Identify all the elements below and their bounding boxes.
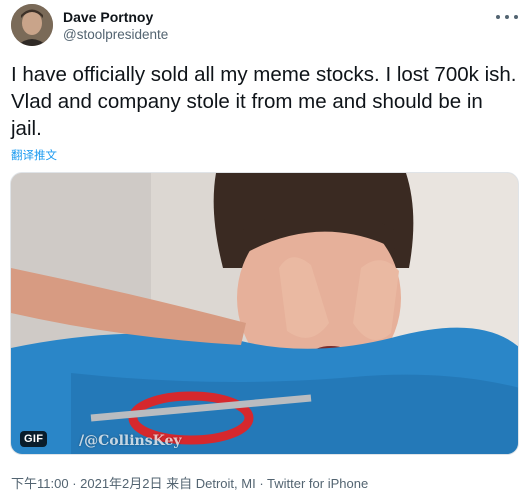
author-name[interactable]: Dave Portnoy bbox=[63, 9, 153, 25]
more-options-button[interactable] bbox=[496, 10, 518, 24]
tweet-metadata: 下午11:00 · 2021年2月2日 来自 Detroit, MI · Twi… bbox=[11, 473, 368, 492]
meta-separator: · bbox=[255, 476, 268, 491]
tweet-text-line: Vlad and company stole it from me and sh… bbox=[11, 90, 483, 113]
more-dots-icon bbox=[514, 15, 518, 19]
media-watermark: /@CollinsKey bbox=[79, 433, 182, 449]
more-dots-icon bbox=[496, 15, 500, 19]
tweet-date-source: 2021年2月2日 来自 Detroit, MI bbox=[80, 476, 256, 491]
translate-tweet-link[interactable]: 翻译推文 bbox=[11, 147, 57, 163]
gif-frame-illustration bbox=[11, 173, 518, 454]
tweet-time-link[interactable]: 下午11:00 bbox=[11, 476, 69, 491]
gif-media[interactable]: GIF /@CollinsKey bbox=[10, 172, 519, 455]
tweet-text-line: jail. bbox=[11, 117, 42, 140]
tweet-text: I have officially sold all my meme stock… bbox=[11, 61, 523, 142]
more-dots-icon bbox=[505, 15, 509, 19]
tweet-client-link[interactable]: Twitter for iPhone bbox=[267, 476, 368, 491]
tweet-text-line: I have officially sold all my meme stock… bbox=[11, 63, 517, 86]
author-handle[interactable]: @stoolpresidente bbox=[63, 27, 168, 42]
meta-separator: · bbox=[68, 476, 81, 491]
avatar[interactable] bbox=[11, 4, 53, 46]
gif-badge: GIF bbox=[20, 431, 48, 447]
tweet-card: Dave Portnoy @stoolpresidente I have off… bbox=[0, 0, 532, 501]
